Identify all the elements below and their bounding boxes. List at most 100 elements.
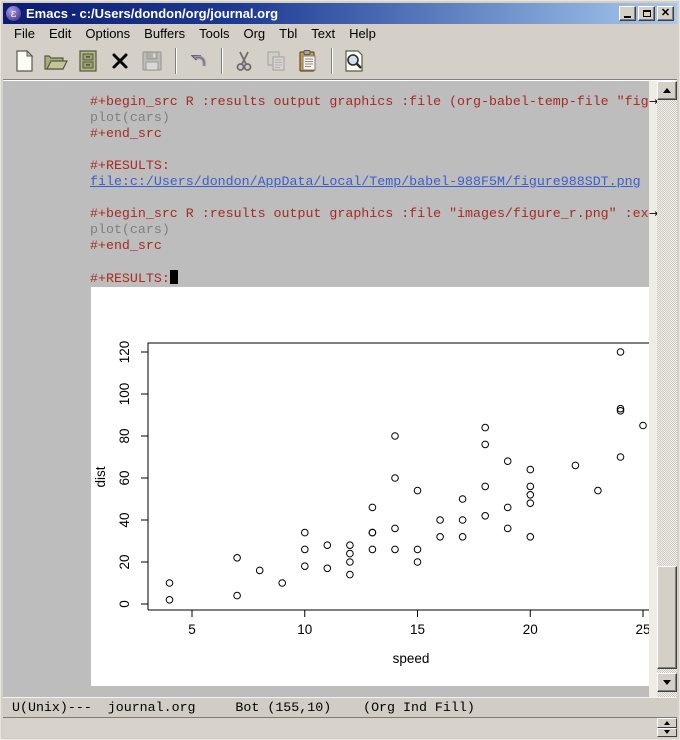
maximize-button[interactable] (638, 6, 655, 21)
data-point (482, 424, 489, 431)
data-point (527, 500, 534, 507)
x-axis-title: speed (393, 651, 430, 666)
window-title: Emacs - c:/Users/dondon/org/journal.org (26, 6, 619, 21)
close-icon: ✕ (661, 8, 670, 19)
data-point (482, 483, 489, 490)
data-point (392, 433, 399, 440)
buffer-line (3, 190, 649, 206)
buffer-line: #+RESULTS: (3, 270, 649, 286)
menu-org[interactable]: Org (236, 25, 272, 42)
menu-bar: File Edit Options Buffers Tools Org Tbl … (3, 24, 677, 43)
menu-edit[interactable]: Edit (42, 25, 78, 42)
plot-box (148, 343, 649, 610)
buffer-line: #+begin_src R :results output graphics :… (3, 94, 649, 110)
data-point (234, 592, 241, 599)
menu-options[interactable]: Options (78, 25, 137, 42)
data-point (437, 517, 444, 524)
inline-result-image: 510152025020406080100120speeddist (91, 287, 649, 686)
data-point (302, 563, 309, 570)
data-point (437, 534, 444, 541)
paste-button[interactable] (293, 47, 323, 75)
menu-help[interactable]: Help (342, 25, 383, 42)
toolbar-separator (221, 48, 223, 74)
org-file-link[interactable]: file:c:/Users/dondon/AppData/Local/Temp/… (3, 174, 649, 190)
file-cabinet-icon (76, 49, 100, 73)
menu-file[interactable]: File (7, 25, 42, 42)
x-tick-label: 5 (188, 622, 196, 637)
search-button[interactable] (339, 47, 369, 75)
data-point (572, 462, 579, 469)
data-point (504, 504, 511, 511)
scissors-icon (232, 49, 256, 73)
buffer-line: #+RESULTS: (3, 158, 649, 174)
cut-button[interactable] (229, 47, 259, 75)
new-file-icon (12, 49, 36, 73)
vertical-scrollbar[interactable] (657, 81, 677, 697)
text-cursor (170, 270, 178, 284)
window-controls: ✕ (619, 6, 674, 21)
data-point (302, 546, 309, 553)
close-buffer-button[interactable] (105, 47, 135, 75)
toolbar-separator (175, 48, 177, 74)
y-tick-label: 20 (117, 554, 132, 569)
undo-arrow-icon (186, 49, 210, 73)
new-file-button[interactable] (9, 47, 39, 75)
save-buffer-button[interactable] (137, 47, 167, 75)
minibuffer-scrollbar[interactable] (657, 718, 677, 737)
data-point (166, 580, 173, 587)
arrow-up-icon (663, 88, 671, 93)
menu-tools[interactable]: Tools (192, 25, 236, 42)
menu-text[interactable]: Text (304, 25, 342, 42)
menu-buffers[interactable]: Buffers (137, 25, 192, 42)
data-point (504, 525, 511, 532)
data-point (482, 441, 489, 448)
title-bar[interactable]: ε Emacs - c:/Users/dondon/org/journal.or… (3, 3, 677, 24)
data-point (459, 496, 466, 503)
data-point (527, 466, 534, 473)
data-point (369, 546, 376, 553)
tool-bar (3, 43, 677, 80)
mode-line[interactable]: U(Unix)--- journal.org Bot (155,10) (Org… (3, 697, 677, 718)
mini-scroll-up-button[interactable] (657, 718, 677, 728)
mini-scroll-down-button[interactable] (657, 728, 677, 738)
data-point (347, 559, 354, 566)
data-point (369, 504, 376, 511)
echo-area[interactable] (3, 718, 677, 737)
copy-button[interactable] (261, 47, 291, 75)
data-point (256, 567, 263, 574)
scroll-up-button[interactable] (657, 81, 677, 100)
minimize-button[interactable] (619, 6, 636, 21)
close-button[interactable]: ✕ (657, 6, 674, 21)
undo-button[interactable] (183, 47, 213, 75)
minimize-icon (624, 16, 631, 18)
buffer-line: plot(cars) (3, 222, 649, 238)
data-point (414, 559, 421, 566)
open-folder-icon (43, 49, 69, 73)
x-tick-label: 10 (297, 622, 312, 637)
data-point (392, 546, 399, 553)
arrow-down-icon (663, 680, 671, 685)
clipboard-icon (296, 49, 320, 73)
data-point (347, 571, 354, 578)
buffer-line: #+end_src (3, 238, 649, 254)
data-point (459, 517, 466, 524)
data-point (324, 565, 331, 572)
data-point (527, 534, 534, 541)
y-tick-label: 60 (117, 470, 132, 485)
data-point (414, 546, 421, 553)
dired-button[interactable] (73, 47, 103, 75)
menu-tbl[interactable]: Tbl (272, 25, 304, 42)
data-point (527, 492, 534, 499)
save-floppy-icon (140, 49, 164, 73)
open-file-button[interactable] (41, 47, 71, 75)
toolbar-separator (331, 48, 333, 74)
scrollbar-thumb[interactable] (657, 566, 677, 669)
y-tick-label: 80 (117, 428, 132, 443)
buffer-line (3, 254, 649, 270)
x-tick-label: 20 (523, 622, 538, 637)
data-point (459, 534, 466, 541)
copy-pages-icon (264, 49, 288, 73)
buffer-line: #+end_src (3, 126, 649, 142)
scroll-down-button[interactable] (657, 673, 677, 692)
arrow-down-icon (664, 730, 670, 734)
